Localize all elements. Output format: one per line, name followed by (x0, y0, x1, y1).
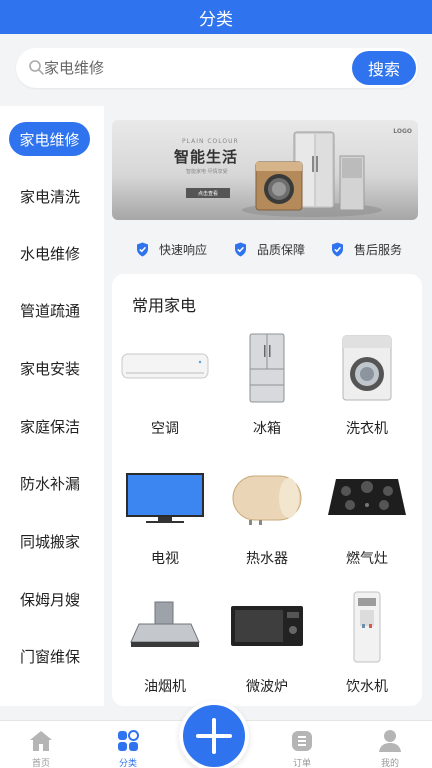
page-title: 分类 (199, 9, 233, 30)
appliance-label: 微波炉 (246, 679, 288, 695)
banner-small-text: PLAIN COLOUR (182, 138, 239, 145)
appliance-label: 冰箱 (253, 421, 281, 437)
water-heater-icon (232, 475, 302, 525)
appliance-section-title: 常用家电 (132, 296, 197, 315)
appliance-label: 空调 (151, 421, 179, 437)
home-icon (30, 731, 52, 751)
feature-quality-assurance: 品质保障 (234, 238, 305, 260)
sidebar-item-appliance-repair[interactable]: 家电维修 (9, 122, 90, 156)
appliance-label: 洗衣机 (346, 421, 388, 437)
search-input[interactable] (44, 48, 344, 88)
appliance-label: 饮水机 (346, 679, 388, 695)
appliance-item-washing-machine[interactable]: 洗衣机 (317, 334, 417, 444)
appliance-item-microwave[interactable]: 微波炉 (217, 592, 317, 702)
search-box[interactable]: 搜索 (16, 48, 418, 88)
air-conditioner-icon (121, 353, 209, 379)
tab-home[interactable]: 首页 (11, 721, 71, 768)
tab-category[interactable]: 分类 (98, 721, 158, 768)
plus-icon (196, 718, 232, 754)
feature-after-sales: 售后服务 (331, 238, 402, 260)
tv-icon (126, 473, 204, 523)
shield-check-icon (332, 242, 343, 256)
washing-machine-icon (342, 335, 392, 401)
tab-orders[interactable]: 订单 (272, 721, 332, 768)
appliance-item-gas-stove[interactable]: 燃气灶 (317, 464, 417, 574)
range-hood-icon (130, 601, 200, 647)
sidebar-item-window-door[interactable]: 门窗维保 (0, 638, 100, 674)
sidebar-item-appliance-cleaning[interactable]: 家电清洗 (0, 178, 100, 214)
tab-me[interactable]: 我的 (360, 721, 420, 768)
appliance-item-air-conditioner[interactable]: 空调 (115, 334, 215, 444)
sidebar-item-appliance-install[interactable]: 家电安装 (0, 350, 100, 386)
shield-check-icon (235, 242, 246, 256)
banner-title: 智能生活 (174, 148, 239, 166)
sidebar-item-plumbing-electrical[interactable]: 水电维修 (0, 235, 100, 271)
sidebar-item-moving[interactable]: 同城搬家 (0, 523, 100, 559)
tab-label: 首页 (31, 759, 50, 768)
appliance-item-water-dispenser[interactable]: 饮水机 (317, 591, 417, 702)
appliance-item-refrigerator[interactable]: 冰箱 (217, 333, 317, 444)
microwave-icon (231, 606, 303, 646)
appliance-label: 热水器 (246, 551, 288, 567)
category-icon (118, 730, 139, 751)
sidebar-item-house-cleaning[interactable]: 家庭保洁 (0, 408, 100, 444)
appliance-label: 油烟机 (144, 679, 186, 695)
banner-appliances-image (242, 131, 382, 217)
feature-label: 品质保障 (257, 242, 306, 257)
category-sidebar: 家电维修 家电清洗 水电维修 管道疏通 家电安装 家庭保洁 防水补漏 同城搬家 … (0, 106, 104, 706)
water-dispenser-icon (353, 591, 381, 663)
category-content: PLAIN COLOUR LOGO 智能生活 智能家电 尽情享受 点击查看 快速… (104, 106, 432, 706)
appliance-item-tv[interactable]: 电视 (115, 464, 215, 574)
appliance-label: 电视 (151, 551, 179, 567)
refrigerator-icon (249, 333, 285, 403)
banner-button[interactable]: 点击查看 (186, 188, 230, 198)
service-features: 快速响应 品质保障 售后服务 (120, 238, 420, 260)
banner-subtitle: 智能家电 尽情享受 (186, 169, 228, 175)
appliance-label: 燃气灶 (346, 551, 388, 567)
promo-banner[interactable]: PLAIN COLOUR LOGO 智能生活 智能家电 尽情享受 点击查看 (112, 120, 418, 220)
tab-label: 订单 (292, 759, 311, 768)
feature-fast-response: 快速响应 (136, 238, 207, 260)
user-icon (379, 730, 401, 752)
tab-label: 我的 (380, 759, 399, 768)
appliance-item-water-heater[interactable]: 热水器 (217, 464, 317, 574)
appliance-card: 常用家电 空调 冰箱 洗衣机 电视 热水器 燃气灶 油烟机 微波炉 饮水机 (112, 274, 422, 706)
shield-check-icon (137, 242, 148, 256)
banner-logo: LOGO (393, 128, 412, 135)
add-button[interactable] (179, 701, 249, 768)
search-area: 搜索 (0, 34, 432, 106)
feature-label: 快速响应 (159, 242, 208, 257)
gas-stove-icon (328, 479, 406, 515)
search-button[interactable]: 搜索 (352, 51, 416, 85)
page-title-bar: 分类 (0, 0, 432, 34)
feature-label: 售后服务 (354, 242, 403, 257)
order-icon (292, 731, 312, 751)
appliance-item-range-hood[interactable]: 油烟机 (115, 592, 215, 702)
tab-label: 分类 (118, 759, 137, 768)
sidebar-item-waterproofing[interactable]: 防水补漏 (0, 465, 100, 501)
sidebar-item-pipe-unclog[interactable]: 管道疏通 (0, 292, 100, 328)
sidebar-item-nanny[interactable]: 保姆月嫂 (0, 581, 100, 617)
